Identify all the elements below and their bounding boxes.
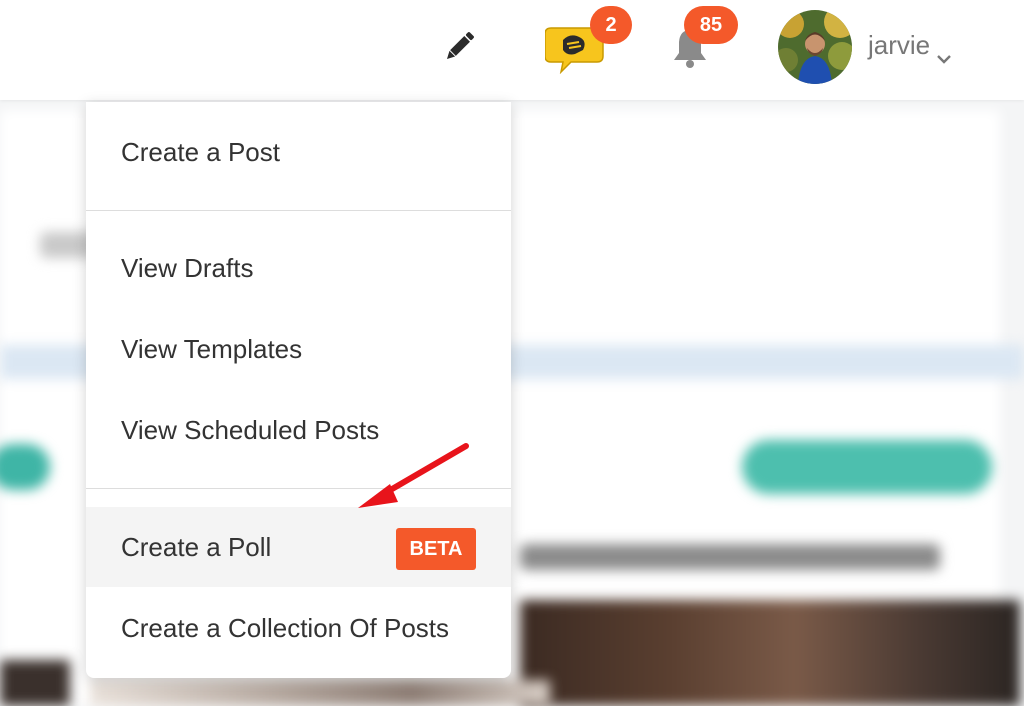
background-button-left [0, 444, 50, 490]
menu-item-label: View Templates [121, 334, 303, 364]
chevron-down-icon [936, 41, 952, 64]
menu-item-view-scheduled-posts[interactable]: View Scheduled Posts [86, 390, 511, 470]
menu-item-create-poll[interactable]: Create a Poll BETA [86, 507, 511, 587]
top-bar: 2 85 jarvie [0, 0, 1024, 100]
menu-item-label: Create a Poll [121, 532, 272, 562]
menu-item-label: View Scheduled Posts [121, 415, 380, 445]
background-post-title [520, 544, 940, 570]
menu-item-view-drafts[interactable]: View Drafts [86, 228, 511, 308]
background-button-right [742, 440, 992, 494]
pencil-icon[interactable] [440, 28, 478, 66]
user-menu-toggle[interactable]: jarvie [868, 30, 952, 64]
menu-item-label: Create a Collection Of Posts [121, 613, 450, 643]
beta-badge: BETA [396, 528, 476, 570]
menu-item-label: View Drafts [121, 253, 254, 283]
menu-item-view-templates[interactable]: View Templates [86, 309, 511, 389]
menu-item-create-collection[interactable]: Create a Collection Of Posts [86, 588, 511, 668]
background-post-image-bottom [90, 680, 550, 706]
menu-item-create-post[interactable]: Create a Post [86, 112, 511, 192]
background-post-image [520, 600, 1020, 706]
menu-item-label: Create a Post [121, 137, 280, 167]
avatar[interactable] [778, 10, 852, 84]
menu-divider [86, 210, 511, 211]
menu-divider [86, 488, 511, 489]
create-menu: Create a Post View Drafts View Templates… [86, 102, 511, 678]
messages-count-badge: 2 [590, 6, 632, 44]
notifications-count-badge: 85 [684, 6, 738, 44]
username-label: jarvie [868, 30, 931, 60]
background-post-image-left [0, 660, 70, 706]
